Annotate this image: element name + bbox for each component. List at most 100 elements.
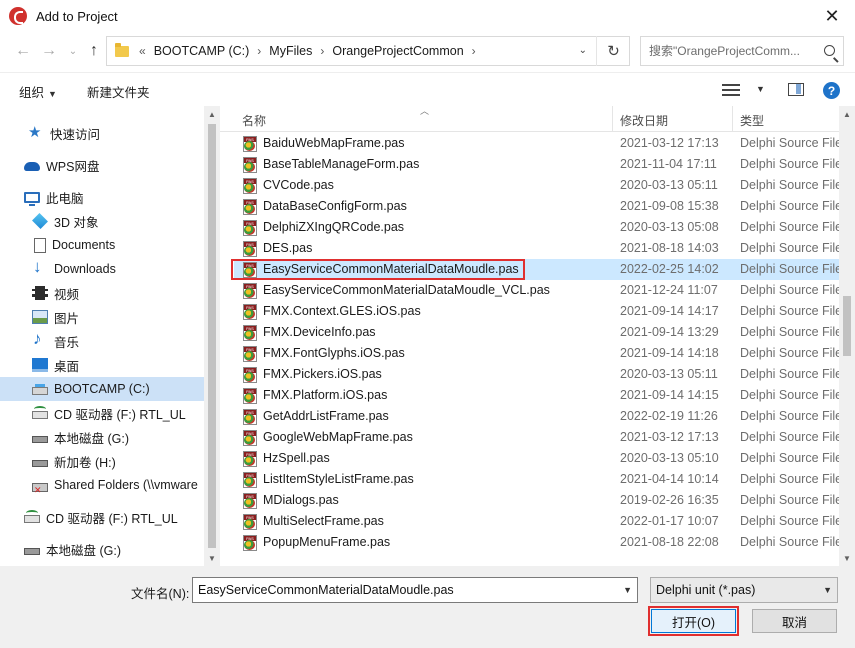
recent-locations-button[interactable]: ⌄ xyxy=(62,40,84,62)
refresh-button[interactable]: ↻ xyxy=(596,36,630,66)
file-row[interactable]: FMX.Pickers.iOS.pas 2020-03-13 05:11 Delph… xyxy=(234,364,839,385)
file-row[interactable]: EasyServiceCommonMaterialDataMoudle.pas 2… xyxy=(231,259,839,280)
nav-item-videos[interactable]: 视频 xyxy=(0,281,204,305)
nav-item-documents[interactable]: Documents xyxy=(0,233,204,257)
file-row[interactable]: CVCode.pas 2020-03-13 05:11 Delphi Source … xyxy=(234,175,839,196)
delphi-app-icon xyxy=(9,7,27,25)
nav-item-desktop[interactable]: 桌面 xyxy=(0,353,204,377)
nav-item-cd-drive-f-root[interactable]: CD 驱动器 (F:) RTL_UL xyxy=(0,505,204,529)
new-folder-button[interactable]: 新建文件夹 xyxy=(87,82,150,101)
documents-icon xyxy=(34,237,46,253)
nav-item-cd-drive-f[interactable]: CD 驱动器 (F:) RTL_UL xyxy=(0,401,204,425)
breadcrumb-overflow[interactable]: « xyxy=(139,44,146,58)
file-date: 2021-09-14 13:29 xyxy=(620,325,719,339)
file-list-scrollbar[interactable]: ▲ ▼ xyxy=(839,106,855,566)
breadcrumb-separator[interactable]: › xyxy=(320,44,324,58)
column-header-type[interactable]: 类型 xyxy=(740,112,764,129)
file-row[interactable]: GetAddrListFrame.pas 2022-02-19 11:26 Delp… xyxy=(234,406,839,427)
search-icon[interactable] xyxy=(824,45,835,56)
file-row[interactable]: MDialogs.pas 2019-02-26 16:35 Delphi Sourc… xyxy=(234,490,839,511)
nav-item-new-volume-h[interactable]: 新加卷 (H:) xyxy=(0,449,204,473)
file-row[interactable]: MultiSelectFrame.pas 2022-01-17 10:07 Delp… xyxy=(234,511,839,532)
nav-item-3d-objects[interactable]: 3D 对象 xyxy=(0,209,204,233)
nav-item-label: 本地磁盘 (G:) xyxy=(54,431,129,446)
close-button[interactable]: ✕ xyxy=(809,0,855,32)
file-date: 2021-09-14 14:17 xyxy=(620,304,719,318)
file-row[interactable]: BaseTableManageForm.pas 2021-11-04 17:11 D… xyxy=(234,154,839,175)
preview-pane-icon[interactable] xyxy=(788,83,804,96)
file-row[interactable]: FMX.FontGlyphs.iOS.pas 2021-09-14 14:18 De… xyxy=(234,343,839,364)
file-row[interactable]: FMX.DeviceInfo.pas 2021-09-14 13:29 Delphi… xyxy=(234,322,839,343)
arrow-up-icon: ↑ xyxy=(90,42,98,59)
file-name: CVCode.pas xyxy=(263,178,334,192)
file-row[interactable]: FMX.Context.GLES.iOS.pas 2021-09-14 14:17… xyxy=(234,301,839,322)
up-button[interactable]: ↑ xyxy=(83,40,105,62)
breadcrumb-current-folder[interactable]: OrangeProjectCommon xyxy=(332,44,463,58)
address-bar[interactable]: « BOOTCAMP (C:) › MyFiles › OrangeProjec… xyxy=(106,36,630,66)
nav-scrollbar[interactable]: ▲ ▼ xyxy=(204,106,220,566)
nav-item-shared-folders[interactable]: Shared Folders (\\vmware xyxy=(0,473,204,497)
nav-item-quick-access[interactable]: 快速访问 xyxy=(0,121,204,145)
nav-item-label: 本地磁盘 (G:) xyxy=(46,543,121,558)
scroll-up-icon[interactable]: ▲ xyxy=(839,106,855,122)
nav-item-music[interactable]: 音乐 xyxy=(0,329,204,353)
nav-item-pictures[interactable]: 图片 xyxy=(0,305,204,329)
file-row[interactable]: ListItemStyleListFrame.pas 2021-04-14 10:… xyxy=(234,469,839,490)
file-row[interactable]: DelphiZXIngQRCode.pas 2020-03-13 05:08 Del… xyxy=(234,217,839,238)
address-history-chevron-icon[interactable]: ⌄ xyxy=(579,45,587,56)
breadcrumb-separator[interactable]: › xyxy=(472,44,476,58)
column-divider[interactable] xyxy=(612,106,613,132)
view-options-icon[interactable] xyxy=(722,84,740,96)
search-box[interactable] xyxy=(640,36,844,66)
nav-item-bootcamp-c[interactable]: BOOTCAMP (C:) xyxy=(0,377,204,401)
column-divider[interactable] xyxy=(732,106,733,132)
file-row[interactable]: FMX.Platform.iOS.pas 2021-09-14 14:15 Delp… xyxy=(234,385,839,406)
nav-item-downloads[interactable]: Downloads xyxy=(0,257,204,281)
column-header-name[interactable]: 名称 xyxy=(242,112,266,129)
breadcrumb-myfiles[interactable]: MyFiles xyxy=(269,44,312,58)
file-list-scroll-thumb[interactable] xyxy=(843,296,851,356)
file-list[interactable]: ︿ 名称 修改日期 类型 BaiduWebMapFrame.pas 2021-03… xyxy=(220,106,839,566)
search-input[interactable] xyxy=(649,37,825,65)
navigation-pane[interactable]: 快速访问 WPS网盘 此电脑 3D 对象 Documents Downloads… xyxy=(0,106,220,566)
organize-label: 组织 xyxy=(19,86,45,100)
file-row[interactable]: DataBaseConfigForm.pas 2021-09-08 15:38 De… xyxy=(234,196,839,217)
forward-button[interactable]: → xyxy=(38,40,60,62)
file-row[interactable]: HzSpell.pas 2020-03-13 05:10 Delphi Source… xyxy=(234,448,839,469)
file-row[interactable]: GoogleWebMapFrame.pas 2021-03-12 17:13 Del… xyxy=(234,427,839,448)
nav-item-wps-cloud[interactable]: WPS网盘 xyxy=(0,153,204,177)
nav-item-this-pc[interactable]: 此电脑 xyxy=(0,185,204,209)
file-type: Delphi Source File xyxy=(740,199,839,213)
nav-item-local-disk-g-root[interactable]: 本地磁盘 (G:) xyxy=(0,537,204,561)
open-button[interactable]: 打开(O) xyxy=(648,606,739,636)
breadcrumb-drive[interactable]: BOOTCAMP (C:) xyxy=(154,44,250,58)
filetype-select[interactable]: Delphi unit (*.pas) ▼ xyxy=(650,577,838,603)
pas-file-icon xyxy=(242,514,258,530)
breadcrumb-separator[interactable]: › xyxy=(257,44,261,58)
column-header-date[interactable]: 修改日期 xyxy=(620,112,668,129)
organize-menu[interactable]: 组织 ▼ xyxy=(19,82,57,101)
file-type: Delphi Source File xyxy=(740,535,839,549)
scroll-up-icon[interactable]: ▲ xyxy=(204,106,220,122)
scroll-down-icon[interactable]: ▼ xyxy=(204,550,220,566)
folder-icon xyxy=(115,42,129,57)
view-caret-down-icon[interactable]: ▼ xyxy=(756,84,765,94)
video-icon xyxy=(32,286,48,300)
file-row[interactable]: DES.pas 2021-08-18 14:03 Delphi Source Fil… xyxy=(234,238,839,259)
file-row[interactable]: PopupMenuFrame.pas 2021-08-18 22:08 Delphi… xyxy=(234,532,839,553)
nav-scroll-thumb[interactable] xyxy=(208,124,216,548)
file-name: DataBaseConfigForm.pas xyxy=(263,199,407,213)
file-name: FMX.Context.GLES.iOS.pas xyxy=(263,304,421,318)
filename-combobox[interactable]: ▼ xyxy=(192,577,638,603)
scroll-down-icon[interactable]: ▼ xyxy=(839,550,855,566)
file-row[interactable]: EasyServiceCommonMaterialDataMoudle_VCL.… xyxy=(234,280,839,301)
nav-item-local-disk-g[interactable]: 本地磁盘 (G:) xyxy=(0,425,204,449)
file-type: Delphi Source File xyxy=(740,241,839,255)
chevron-down-icon[interactable]: ▼ xyxy=(823,585,832,595)
chevron-down-icon[interactable]: ▼ xyxy=(623,585,632,595)
help-icon[interactable]: ? xyxy=(823,82,840,99)
file-row[interactable]: BaiduWebMapFrame.pas 2021-03-12 17:13 Delp… xyxy=(234,133,839,154)
filename-input[interactable] xyxy=(198,578,618,602)
back-button[interactable]: ← xyxy=(12,40,34,62)
cancel-button[interactable]: 取消 xyxy=(752,609,837,633)
